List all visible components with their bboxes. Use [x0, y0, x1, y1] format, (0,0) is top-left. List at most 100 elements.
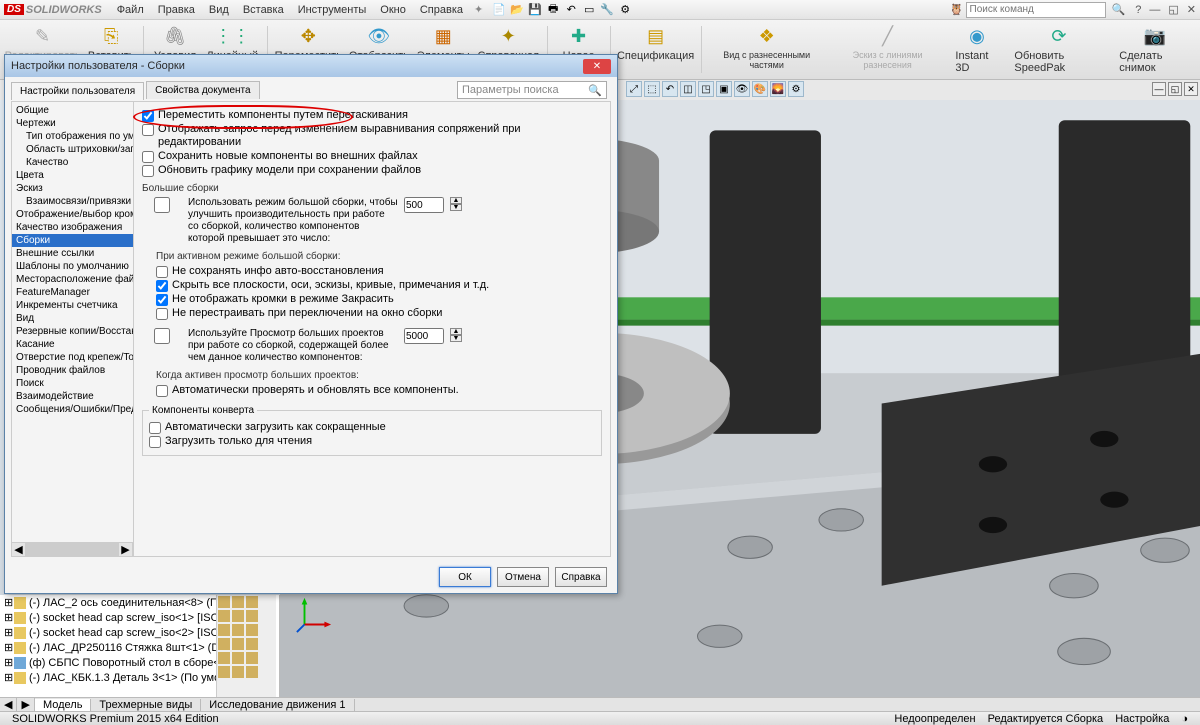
command-search[interactable]: 🦉 🔍 ? — ◱ ✕	[950, 2, 1200, 18]
nav-item[interactable]: Резервные копии/Восстан	[12, 325, 133, 338]
open-icon[interactable]: 📂	[509, 2, 525, 18]
nav-item[interactable]: Область штриховки/запо	[12, 143, 133, 156]
nav-item[interactable]: Тип отображения по умо	[12, 130, 133, 143]
spin-down-icon[interactable]: ▼	[450, 335, 462, 342]
dialog-titlebar[interactable]: Настройки пользователя - Сборки ✕	[5, 55, 617, 77]
mdi-restore-icon[interactable]: ◱	[1168, 82, 1182, 96]
large-design-threshold[interactable]	[404, 328, 444, 344]
chk-large-design[interactable]	[142, 328, 182, 344]
display-style-icon[interactable]: ▣	[716, 81, 732, 97]
nav-item[interactable]: FeatureManager	[12, 286, 133, 299]
ok-button[interactable]: ОК	[439, 567, 491, 587]
tab-model[interactable]: Модель	[35, 699, 91, 711]
chk-env-lightweight[interactable]	[149, 422, 161, 434]
undo-icon[interactable]: ↶	[563, 2, 579, 18]
nav-item[interactable]: Инкременты счетчика	[12, 299, 133, 312]
chk-no-autorecover[interactable]	[156, 266, 168, 278]
nav-item[interactable]: Качество	[12, 156, 133, 169]
menu-insert[interactable]: Вставка	[236, 2, 291, 18]
tab-user-settings[interactable]: Настройки пользователя	[11, 82, 144, 100]
nav-item[interactable]: Эскиз	[12, 182, 133, 195]
help-button[interactable]: Справка	[555, 567, 607, 587]
chk-large-asm[interactable]	[142, 197, 182, 213]
spin-down-icon[interactable]: ▼	[450, 204, 462, 211]
close-icon[interactable]: ✕	[1183, 3, 1200, 16]
nav-item[interactable]: Поиск	[12, 377, 133, 390]
status-custom[interactable]: Настройка	[1109, 713, 1175, 725]
nav-item[interactable]: Месторасположение файло	[12, 273, 133, 286]
nav-item[interactable]: Взаимосвязи/привязки	[12, 195, 133, 208]
chk-update-graphics[interactable]	[142, 165, 154, 177]
display-pane[interactable]	[216, 595, 276, 697]
nav-item[interactable]: Общие	[12, 104, 133, 117]
cancel-button[interactable]: Отмена	[497, 567, 549, 587]
nav-item[interactable]: Отображение/выбор кромк	[12, 208, 133, 221]
zoom-fit-icon[interactable]: ⤢	[626, 81, 642, 97]
scene-icon[interactable]: 🌄	[770, 81, 786, 97]
tab-motion[interactable]: Исследование движения 1	[201, 699, 354, 711]
mdi-min-icon[interactable]: —	[1152, 82, 1166, 96]
print-icon[interactable]: 🖶	[545, 2, 561, 18]
command-search-input[interactable]	[966, 2, 1106, 18]
ribbon-snapshot[interactable]: 📷Сделать снимок	[1113, 22, 1196, 77]
nav-item[interactable]: Шаблоны по умолчанию	[12, 260, 133, 273]
dialog-close-icon[interactable]: ✕	[583, 59, 611, 74]
nav-item[interactable]: Отверстие под крепеж/Tool	[12, 351, 133, 364]
large-asm-threshold[interactable]	[404, 197, 444, 213]
hide-show-icon[interactable]: 👁	[734, 81, 750, 97]
chk-no-rebuild[interactable]	[156, 308, 168, 320]
view-orient-icon[interactable]: ◳	[698, 81, 714, 97]
min-icon[interactable]: —	[1145, 4, 1164, 16]
chk-move-drag[interactable]	[142, 110, 154, 122]
nav-item[interactable]: Касание	[12, 338, 133, 351]
ribbon-explode-sketch[interactable]: ╱Эскиз с линиями разнесения	[830, 22, 946, 77]
nav-item[interactable]: Взаимодействие	[12, 390, 133, 403]
section-icon[interactable]: ◫	[680, 81, 696, 97]
chk-save-external[interactable]	[142, 151, 154, 163]
menu-tools[interactable]: Инструменты	[291, 2, 374, 18]
nav-item[interactable]: Внешние ссылки	[12, 247, 133, 260]
chk-env-readonly[interactable]	[149, 436, 161, 448]
nav-item[interactable]: Цвета	[12, 169, 133, 182]
search-icon[interactable]: 🔍	[588, 84, 602, 97]
new-icon[interactable]: 📄	[491, 2, 507, 18]
chk-no-edges[interactable]	[156, 294, 168, 306]
menu-help[interactable]: Справка	[413, 2, 470, 18]
nav-item[interactable]: Сообщения/Ошибки/Преду	[12, 403, 133, 416]
nav-item[interactable]: Сборки	[12, 234, 133, 247]
rebuild-icon[interactable]: 🔧	[599, 2, 615, 18]
nav-item[interactable]: Вид	[12, 312, 133, 325]
ribbon-instant3d[interactable]: ◉Instant 3D	[949, 22, 1004, 77]
view-settings-icon[interactable]: ⚙	[788, 81, 804, 97]
chk-align-prompt[interactable]	[142, 124, 154, 136]
spin-up-icon[interactable]: ▲	[450, 328, 462, 335]
menu-view[interactable]: Вид	[202, 2, 236, 18]
nav-item[interactable]: Чертежи	[12, 117, 133, 130]
chk-auto-update[interactable]	[156, 385, 168, 397]
menu-edit[interactable]: Правка	[151, 2, 202, 18]
status-unit-icon[interactable]: ◑	[1175, 713, 1194, 725]
prev-view-icon[interactable]: ↶	[662, 81, 678, 97]
tab-doc-props[interactable]: Свойства документа	[146, 81, 259, 99]
zoom-area-icon[interactable]: ⬚	[644, 81, 660, 97]
options-nav[interactable]: ОбщиеЧертежиТип отображения по умоОбласт…	[12, 102, 134, 556]
restore-icon[interactable]: ◱	[1164, 3, 1182, 16]
ribbon-bom[interactable]: ▤Спецификация	[616, 22, 694, 77]
ribbon-exploded[interactable]: ❖Вид с разнесенными частями	[708, 22, 826, 77]
ribbon-speedpak[interactable]: ⟳Обновить SpeedPak	[1008, 22, 1109, 77]
nav-item[interactable]: Качество изображения	[12, 221, 133, 234]
options-icon[interactable]: ⚙	[617, 2, 633, 18]
spin-up-icon[interactable]: ▲	[450, 197, 462, 204]
save-icon[interactable]: 💾	[527, 2, 543, 18]
search-icon[interactable]: 🔍	[1106, 3, 1132, 16]
appearance-icon[interactable]: 🎨	[752, 81, 768, 97]
select-icon[interactable]: ▭	[581, 2, 597, 18]
menu-file[interactable]: Файл	[110, 2, 151, 18]
mdi-close-icon[interactable]: ✕	[1184, 82, 1198, 96]
chk-hide-all[interactable]	[156, 280, 168, 292]
menu-window[interactable]: Окно	[373, 2, 413, 18]
help-icon[interactable]: ?	[1131, 4, 1145, 16]
options-search[interactable]: Параметры поиска 🔍	[457, 81, 607, 99]
tab-3dviews[interactable]: Трехмерные виды	[91, 699, 201, 711]
nav-item[interactable]: Проводник файлов	[12, 364, 133, 377]
